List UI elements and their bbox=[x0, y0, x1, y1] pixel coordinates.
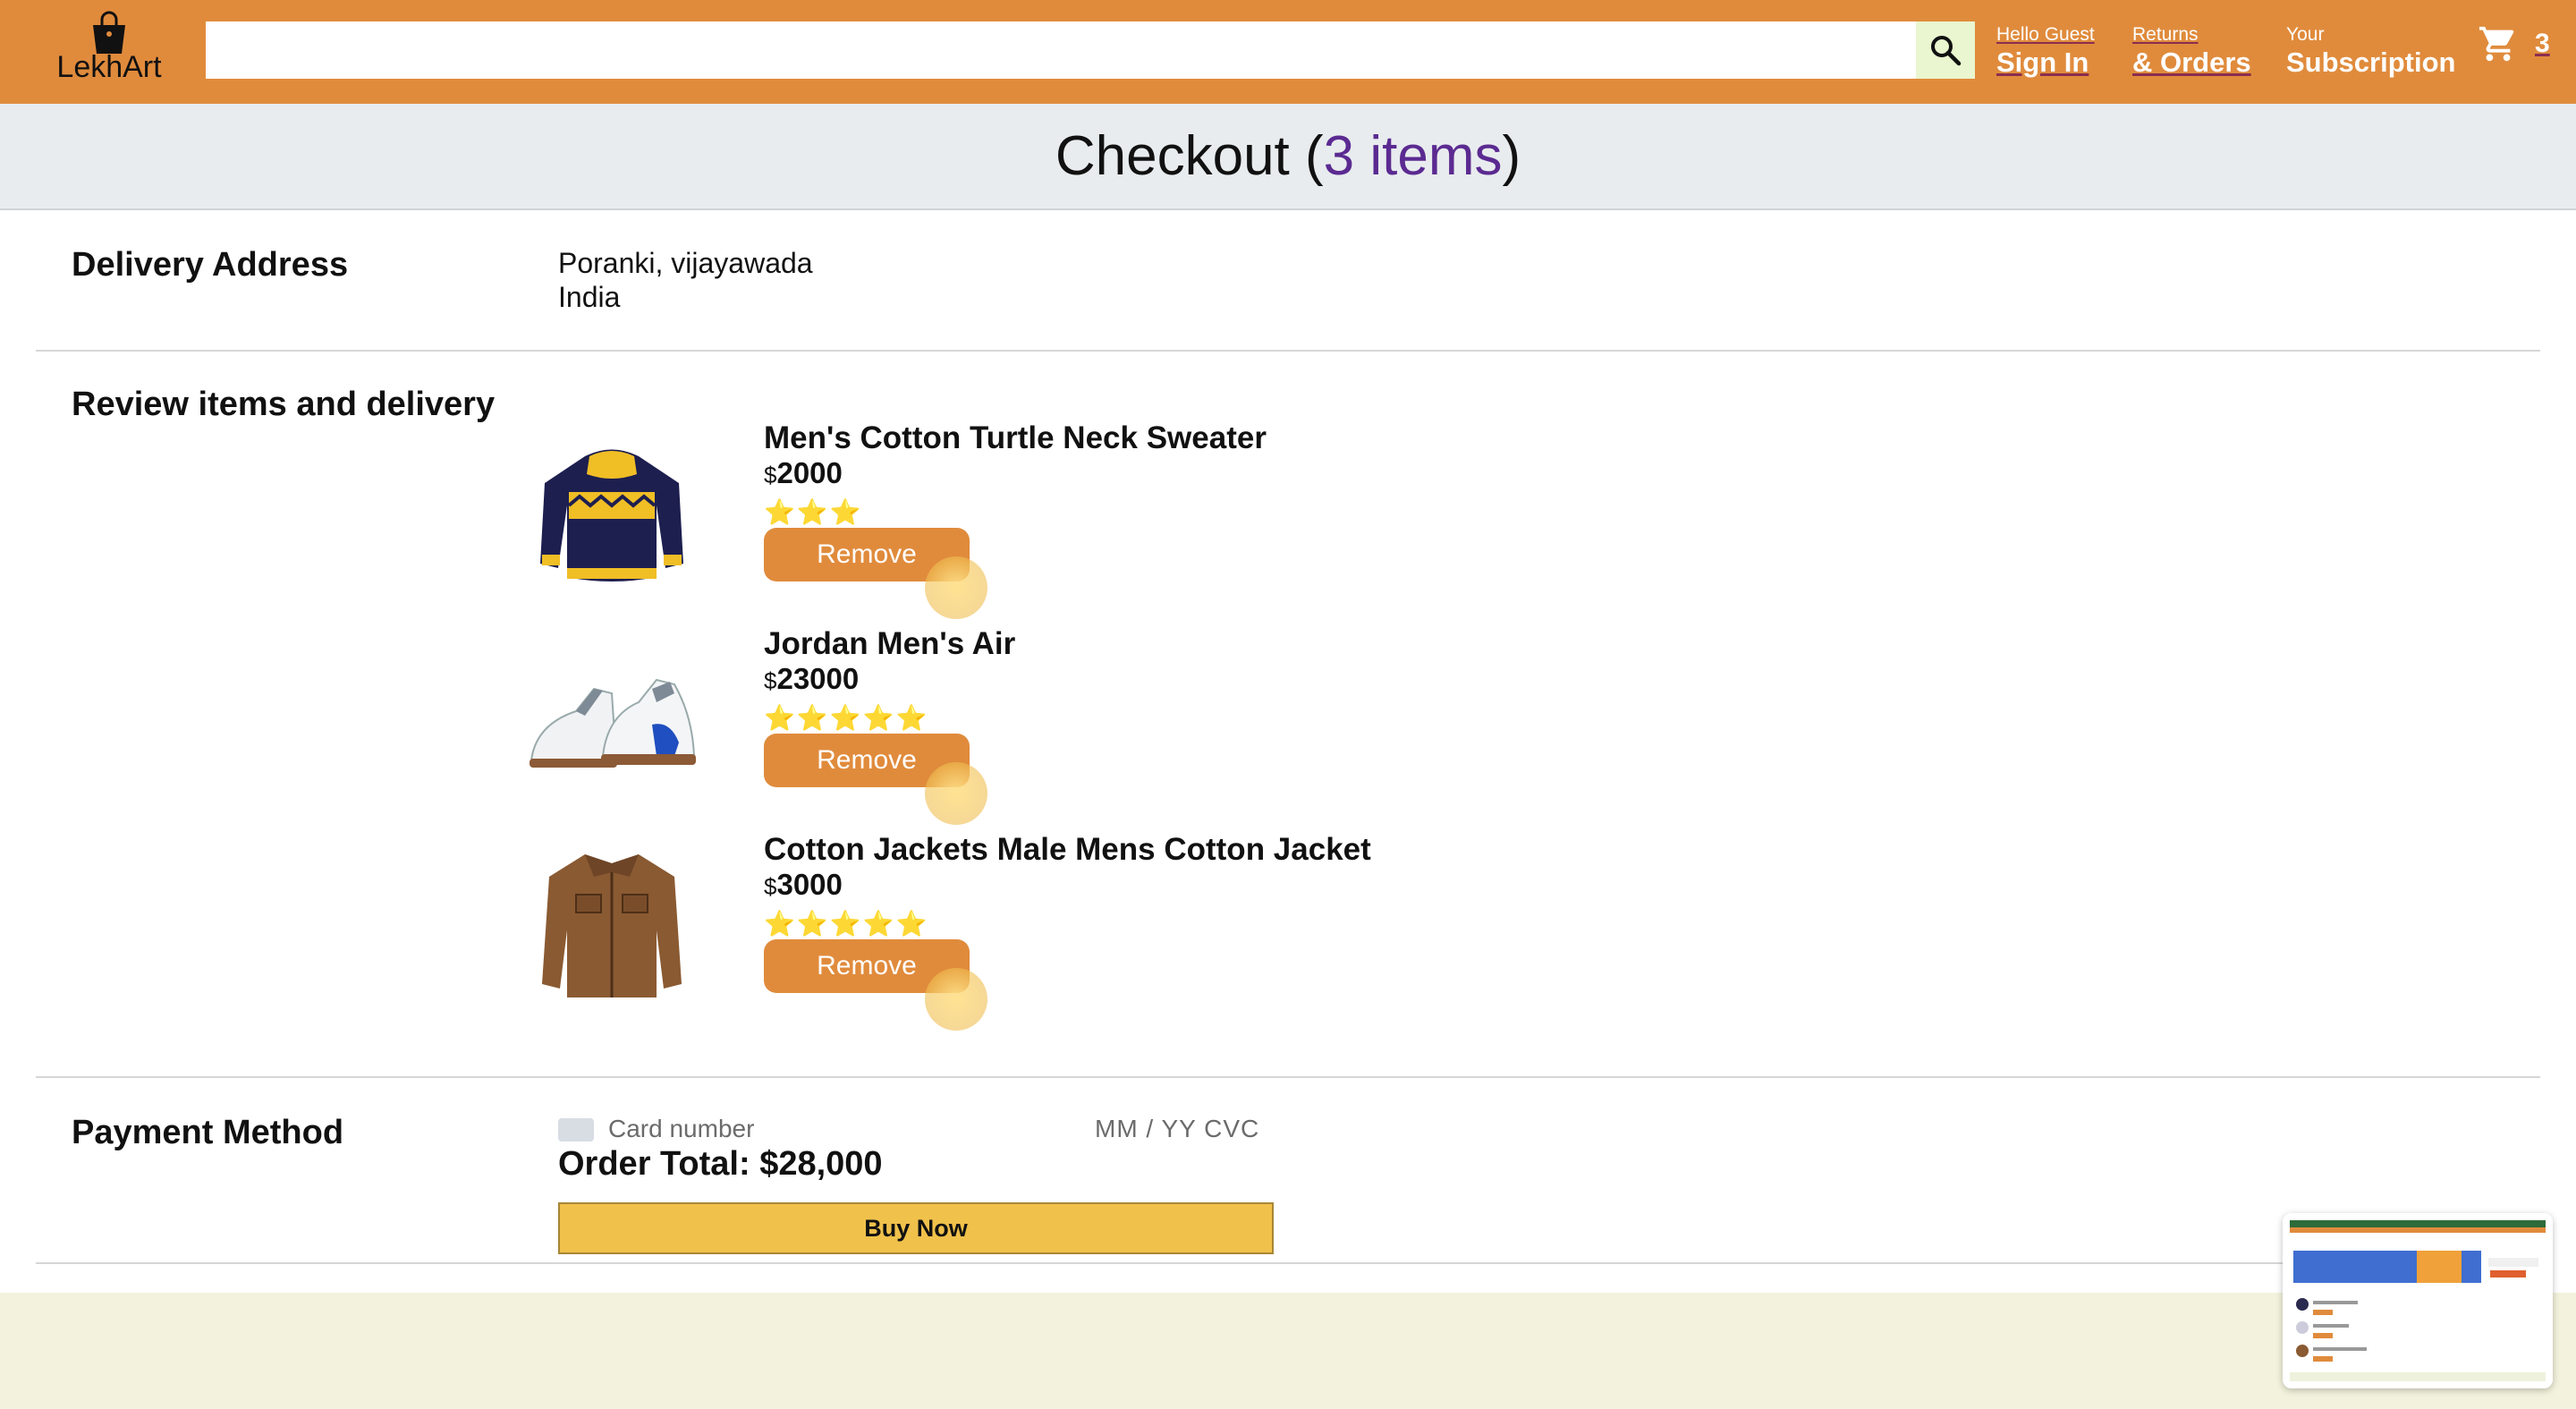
expiry-cvc-placeholder: MM / YY CVC bbox=[1095, 1115, 1260, 1142]
search-input[interactable] bbox=[206, 21, 1916, 79]
your-text: Your bbox=[2286, 24, 2325, 45]
logo[interactable]: LekhArt bbox=[55, 11, 163, 91]
title-item-count: 3 items bbox=[1323, 125, 1503, 187]
cart-button[interactable]: 3 bbox=[2478, 23, 2550, 64]
checkout-item: Cotton Jackets Male Mens Cotton Jacket $… bbox=[522, 832, 1596, 1031]
button-ripple bbox=[925, 762, 987, 825]
price-value: 3000 bbox=[776, 868, 843, 901]
returns-text: Returns bbox=[2132, 24, 2199, 45]
nav-returns-orders[interactable]: Returns & Orders bbox=[2132, 23, 2251, 79]
cart-icon bbox=[2479, 26, 2514, 62]
item-title: Men's Cotton Turtle Neck Sweater bbox=[764, 420, 1267, 455]
jacket-image bbox=[542, 854, 682, 997]
logo-text: LekhArt bbox=[56, 50, 162, 84]
buy-now-button[interactable]: Buy Now bbox=[558, 1202, 1274, 1254]
currency-symbol: $ bbox=[764, 667, 777, 694]
item-title: Cotton Jackets Male Mens Cotton Jacket bbox=[764, 832, 1371, 867]
button-ripple bbox=[925, 968, 987, 1031]
screenshot-thumbnail[interactable] bbox=[2283, 1213, 2553, 1388]
nav-sign-in[interactable]: Hello Guest Sign In bbox=[1996, 23, 2095, 79]
search-button[interactable] bbox=[1916, 21, 1975, 79]
greeting-text: Hello Guest bbox=[1996, 24, 2095, 45]
delivery-address: Poranki, vijayawada India bbox=[558, 246, 813, 314]
delivery-section: Delivery Address Poranki, vijayawada Ind… bbox=[36, 210, 2540, 352]
title-prefix: Checkout ( bbox=[1055, 125, 1324, 187]
item-title: Jordan Men's Air bbox=[764, 626, 1016, 661]
search-icon bbox=[1931, 36, 1962, 66]
payment-section: Payment Method bbox=[36, 1078, 2540, 1264]
checkout-main: Delivery Address Poranki, vijayawada Ind… bbox=[0, 210, 2576, 1293]
item-price: $2000 bbox=[764, 456, 843, 490]
order-total: Order Total: $28,000 bbox=[558, 1145, 883, 1183]
address-line-2: India bbox=[558, 281, 621, 313]
title-suffix: ) bbox=[1502, 125, 1521, 187]
credit-card-icon bbox=[558, 1118, 594, 1142]
checkout-title: Checkout (3 items) bbox=[0, 104, 2576, 210]
checkout-item: Men's Cotton Turtle Neck Sweater $2000 ⭐… bbox=[522, 420, 1596, 619]
currency-symbol: $ bbox=[764, 462, 777, 488]
shopping-bag-icon bbox=[93, 11, 125, 54]
item-price: $3000 bbox=[764, 868, 843, 902]
delivery-heading: Delivery Address bbox=[72, 246, 349, 284]
thumbnail-preview-image bbox=[2283, 1213, 2553, 1388]
star-rating: ⭐⭐⭐⭐⭐ bbox=[764, 910, 929, 938]
item-price: $23000 bbox=[764, 662, 859, 696]
top-header: LekhArt Hello Guest Sign In Returns & Or… bbox=[0, 0, 2576, 104]
button-ripple bbox=[925, 556, 987, 619]
card-number-placeholder: Card number bbox=[608, 1115, 755, 1142]
payment-heading: Payment Method bbox=[72, 1114, 344, 1151]
star-rating: ⭐⭐⭐ bbox=[764, 498, 863, 526]
sneakers-image bbox=[530, 678, 696, 768]
currency-symbol: $ bbox=[764, 873, 777, 900]
address-line-1: Poranki, vijayawada bbox=[558, 247, 813, 279]
sweater-image bbox=[540, 449, 683, 581]
cart-count: 3 bbox=[2535, 29, 2550, 58]
price-value: 2000 bbox=[776, 456, 843, 489]
sign-in-link[interactable]: Sign In bbox=[1996, 47, 2095, 79]
nav-subscription[interactable]: Your Subscription bbox=[2286, 23, 2455, 79]
orders-link[interactable]: & Orders bbox=[2132, 47, 2251, 79]
price-value: 23000 bbox=[776, 662, 860, 695]
review-heading: Review items and delivery bbox=[72, 386, 496, 423]
checkout-item: Jordan Men's Air $23000 ⭐⭐⭐⭐⭐ Remove bbox=[522, 626, 1596, 825]
subscription-link[interactable]: Subscription bbox=[2286, 47, 2455, 79]
star-rating: ⭐⭐⭐⭐⭐ bbox=[764, 704, 929, 732]
